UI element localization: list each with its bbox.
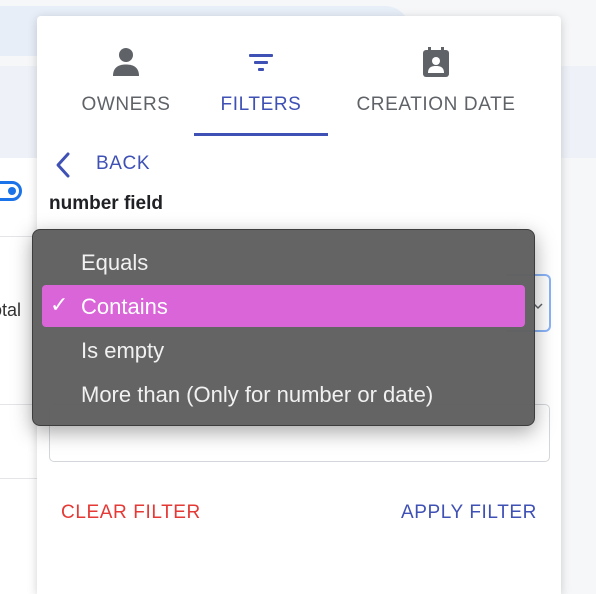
tab-filters[interactable]: FILTERS bbox=[194, 16, 328, 134]
dropdown-option-label: More than (Only for number or date) bbox=[81, 382, 434, 407]
dropdown-option-equals[interactable]: Equals bbox=[42, 241, 525, 283]
back-label: BACK bbox=[96, 153, 151, 174]
condition-dropdown-menu: Equals ✓ Contains Is empty More than (On… bbox=[32, 229, 535, 426]
dropdown-option-label: Contains bbox=[81, 294, 168, 319]
checkmark-icon: ✓ bbox=[50, 292, 69, 317]
background-cell-text: otal bbox=[0, 300, 22, 320]
back-button[interactable]: BACK bbox=[51, 150, 171, 180]
tab-owners[interactable]: OWNERS bbox=[67, 16, 185, 134]
dropdown-option-label: Equals bbox=[81, 250, 149, 275]
chevron-left-icon bbox=[53, 151, 73, 179]
filter-icon bbox=[246, 46, 276, 78]
filter-actions: CLEAR FILTER APPLY FILTER bbox=[37, 500, 561, 530]
apply-filter-button[interactable]: APPLY FILTER bbox=[401, 502, 537, 524]
tab-owners-label: OWNERS bbox=[81, 94, 171, 115]
tab-creation-date[interactable]: CREATION DATE bbox=[343, 16, 529, 134]
dropdown-option-more-than[interactable]: More than (Only for number or date) bbox=[42, 373, 525, 415]
background-row-divider bbox=[0, 478, 40, 479]
tab-creation-date-label: CREATION DATE bbox=[356, 94, 516, 115]
dropdown-option-contains[interactable]: ✓ Contains bbox=[42, 285, 525, 327]
background-toggle[interactable] bbox=[0, 181, 22, 201]
field-title: number field bbox=[49, 193, 164, 214]
calendar-icon bbox=[421, 46, 451, 78]
active-tab-indicator bbox=[194, 133, 328, 136]
dropdown-option-is-empty[interactable]: Is empty bbox=[42, 329, 525, 371]
dropdown-option-label: Is empty bbox=[81, 338, 165, 363]
tab-bar: OWNERS FILTERS CREATION DATE bbox=[37, 16, 561, 136]
clear-filter-button[interactable]: CLEAR FILTER bbox=[61, 502, 201, 524]
tab-filters-label: FILTERS bbox=[220, 94, 302, 115]
person-icon bbox=[111, 46, 141, 78]
